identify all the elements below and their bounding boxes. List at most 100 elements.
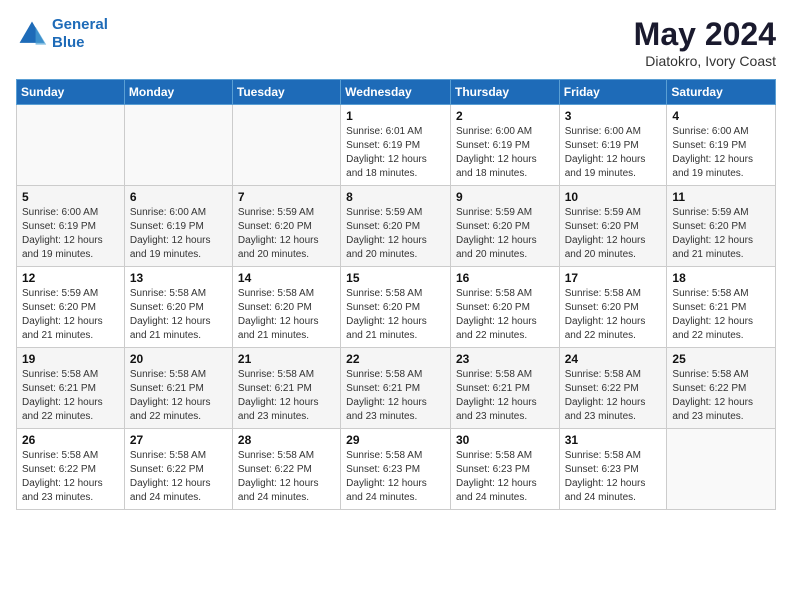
day-info: Sunrise: 6:01 AM Sunset: 6:19 PM Dayligh…: [346, 125, 445, 181]
calendar-cell: 24 Sunrise: 5:58 AM Sunset: 6:22 PM Dayli…: [559, 348, 667, 429]
day-number: 9: [456, 190, 554, 204]
day-number: 14: [238, 271, 335, 285]
logo: General Blue: [16, 16, 108, 52]
day-number: 24: [565, 352, 662, 366]
month-title: May 2024: [634, 16, 776, 53]
calendar-cell: [667, 429, 776, 510]
calendar-cell: [124, 105, 232, 186]
day-info: Sunrise: 6:00 AM Sunset: 6:19 PM Dayligh…: [456, 125, 554, 181]
calendar-cell: 12Sunrise: 5:59 AM Sunset: 6:20 PM Dayli…: [17, 267, 125, 348]
calendar-cell: 10Sunrise: 5:59 AM Sunset: 6:20 PM Dayli…: [559, 186, 667, 267]
calendar-cell: 20 Sunrise: 5:58 AM Sunset: 6:21 PM Dayli…: [124, 348, 232, 429]
day-info: Sunrise: 5:58 AM Sunset: 6:20 PM Dayligh…: [238, 287, 335, 343]
day-number: 1: [346, 109, 445, 123]
day-info: Sunrise: 5:58 AM Sunset: 6:20 PM Dayligh…: [130, 287, 227, 343]
day-info: Sunrise: 5:58 AM Sunset: 6:21 PM Dayligh…: [238, 368, 335, 424]
day-info: Sunrise: 5:58 AM Sunset: 6:20 PM Dayligh…: [346, 287, 445, 343]
day-info: Sunrise: 6:00 AM Sunset: 6:19 PM Dayligh…: [565, 125, 662, 181]
day-info: Sunrise: 5:58 AM Sunset: 6:21 PM Dayligh…: [346, 368, 445, 424]
day-info: Sunrise: 5:58 AM Sunset: 6:20 PM Dayligh…: [565, 287, 662, 343]
calendar-cell: 15 Sunrise: 5:58 AM Sunset: 6:20 PM Dayli…: [341, 267, 451, 348]
day-number: 7: [238, 190, 335, 204]
day-info: Sunrise: 5:59 AM Sunset: 6:20 PM Dayligh…: [346, 206, 445, 262]
calendar-cell: 26 Sunrise: 5:58 AM Sunset: 6:22 PM Dayli…: [17, 429, 125, 510]
calendar-cell: 31 Sunrise: 5:58 AM Sunset: 6:23 PM Dayli…: [559, 429, 667, 510]
day-info: Sunrise: 5:59 AM Sunset: 6:20 PM Dayligh…: [456, 206, 554, 262]
day-info: Sunrise: 5:58 AM Sunset: 6:21 PM Dayligh…: [456, 368, 554, 424]
week-row-5: 26 Sunrise: 5:58 AM Sunset: 6:22 PM Dayli…: [17, 429, 776, 510]
day-number: 23: [456, 352, 554, 366]
calendar-cell: 23 Sunrise: 5:58 AM Sunset: 6:21 PM Dayli…: [450, 348, 559, 429]
day-number: 30: [456, 433, 554, 447]
day-number: 17: [565, 271, 662, 285]
week-row-3: 12Sunrise: 5:59 AM Sunset: 6:20 PM Dayli…: [17, 267, 776, 348]
calendar-cell: 1 Sunrise: 6:01 AM Sunset: 6:19 PM Daylig…: [341, 105, 451, 186]
weekday-header-thursday: Thursday: [450, 80, 559, 105]
calendar-cell: 5Sunrise: 6:00 AM Sunset: 6:19 PM Daylig…: [17, 186, 125, 267]
day-info: Sunrise: 5:58 AM Sunset: 6:22 PM Dayligh…: [130, 449, 227, 505]
weekday-header-saturday: Saturday: [667, 80, 776, 105]
calendar-cell: 25 Sunrise: 5:58 AM Sunset: 6:22 PM Dayli…: [667, 348, 776, 429]
weekday-header-friday: Friday: [559, 80, 667, 105]
weekday-header-tuesday: Tuesday: [232, 80, 340, 105]
day-info: Sunrise: 5:59 AM Sunset: 6:20 PM Dayligh…: [672, 206, 770, 262]
day-number: 29: [346, 433, 445, 447]
calendar-cell: 29Sunrise: 5:58 AM Sunset: 6:23 PM Dayli…: [341, 429, 451, 510]
day-info: Sunrise: 5:59 AM Sunset: 6:20 PM Dayligh…: [238, 206, 335, 262]
day-info: Sunrise: 6:00 AM Sunset: 6:19 PM Dayligh…: [130, 206, 227, 262]
calendar-cell: 28Sunrise: 5:58 AM Sunset: 6:22 PM Dayli…: [232, 429, 340, 510]
calendar-cell: [17, 105, 125, 186]
calendar-cell: [232, 105, 340, 186]
day-number: 25: [672, 352, 770, 366]
calendar-cell: 17 Sunrise: 5:58 AM Sunset: 6:20 PM Dayli…: [559, 267, 667, 348]
day-number: 20: [130, 352, 227, 366]
calendar-cell: 3Sunrise: 6:00 AM Sunset: 6:19 PM Daylig…: [559, 105, 667, 186]
calendar-cell: 18 Sunrise: 5:58 AM Sunset: 6:21 PM Dayli…: [667, 267, 776, 348]
calendar: SundayMondayTuesdayWednesdayThursdayFrid…: [16, 79, 776, 510]
day-info: Sunrise: 5:58 AM Sunset: 6:22 PM Dayligh…: [672, 368, 770, 424]
day-number: 26: [22, 433, 119, 447]
day-number: 5: [22, 190, 119, 204]
calendar-cell: 6 Sunrise: 6:00 AM Sunset: 6:19 PM Daylig…: [124, 186, 232, 267]
day-number: 18: [672, 271, 770, 285]
calendar-cell: 4 Sunrise: 6:00 AM Sunset: 6:19 PM Daylig…: [667, 105, 776, 186]
logo-icon: [16, 18, 48, 50]
weekday-header-sunday: Sunday: [17, 80, 125, 105]
day-info: Sunrise: 5:58 AM Sunset: 6:23 PM Dayligh…: [565, 449, 662, 505]
calendar-cell: 22 Sunrise: 5:58 AM Sunset: 6:21 PM Dayli…: [341, 348, 451, 429]
title-block: May 2024 Diatokro, Ivory Coast: [634, 16, 776, 69]
calendar-cell: 7 Sunrise: 5:59 AM Sunset: 6:20 PM Daylig…: [232, 186, 340, 267]
weekday-header-monday: Monday: [124, 80, 232, 105]
day-number: 4: [672, 109, 770, 123]
day-info: Sunrise: 5:58 AM Sunset: 6:22 PM Dayligh…: [238, 449, 335, 505]
week-row-4: 19 Sunrise: 5:58 AM Sunset: 6:21 PM Dayli…: [17, 348, 776, 429]
calendar-cell: 19 Sunrise: 5:58 AM Sunset: 6:21 PM Dayli…: [17, 348, 125, 429]
weekday-header-wednesday: Wednesday: [341, 80, 451, 105]
week-row-2: 5 Sunrise: 6:00 AM Sunset: 6:19 PM Daylig…: [17, 186, 776, 267]
week-row-1: 1 Sunrise: 6:01 AM Sunset: 6:19 PM Daylig…: [17, 105, 776, 186]
calendar-cell: 9 Sunrise: 5:59 AM Sunset: 6:20 PM Daylig…: [450, 186, 559, 267]
calendar-cell: 30Sunrise: 5:58 AM Sunset: 6:23 PM Dayli…: [450, 429, 559, 510]
day-number: 19: [22, 352, 119, 366]
day-number: 31: [565, 433, 662, 447]
day-number: 15: [346, 271, 445, 285]
logo-text: General Blue: [52, 16, 108, 52]
day-info: Sunrise: 5:58 AM Sunset: 6:21 PM Dayligh…: [130, 368, 227, 424]
day-number: 22: [346, 352, 445, 366]
day-info: Sunrise: 5:58 AM Sunset: 6:21 PM Dayligh…: [22, 368, 119, 424]
day-number: 27: [130, 433, 227, 447]
day-number: 21: [238, 352, 335, 366]
calendar-cell: 8Sunrise: 5:59 AM Sunset: 6:20 PM Daylig…: [341, 186, 451, 267]
day-info: Sunrise: 5:58 AM Sunset: 6:22 PM Dayligh…: [565, 368, 662, 424]
calendar-cell: 2Sunrise: 6:00 AM Sunset: 6:19 PM Daylig…: [450, 105, 559, 186]
day-info: Sunrise: 6:00 AM Sunset: 6:19 PM Dayligh…: [672, 125, 770, 181]
calendar-cell: 11Sunrise: 5:59 AM Sunset: 6:20 PM Dayli…: [667, 186, 776, 267]
day-info: Sunrise: 5:58 AM Sunset: 6:21 PM Dayligh…: [672, 287, 770, 343]
calendar-cell: 14 Sunrise: 5:58 AM Sunset: 6:20 PM Dayli…: [232, 267, 340, 348]
calendar-cell: 16Sunrise: 5:58 AM Sunset: 6:20 PM Dayli…: [450, 267, 559, 348]
day-info: Sunrise: 5:58 AM Sunset: 6:20 PM Dayligh…: [456, 287, 554, 343]
calendar-cell: 13Sunrise: 5:58 AM Sunset: 6:20 PM Dayli…: [124, 267, 232, 348]
day-info: Sunrise: 5:58 AM Sunset: 6:22 PM Dayligh…: [22, 449, 119, 505]
day-number: 6: [130, 190, 227, 204]
calendar-cell: 21 Sunrise: 5:58 AM Sunset: 6:21 PM Dayli…: [232, 348, 340, 429]
